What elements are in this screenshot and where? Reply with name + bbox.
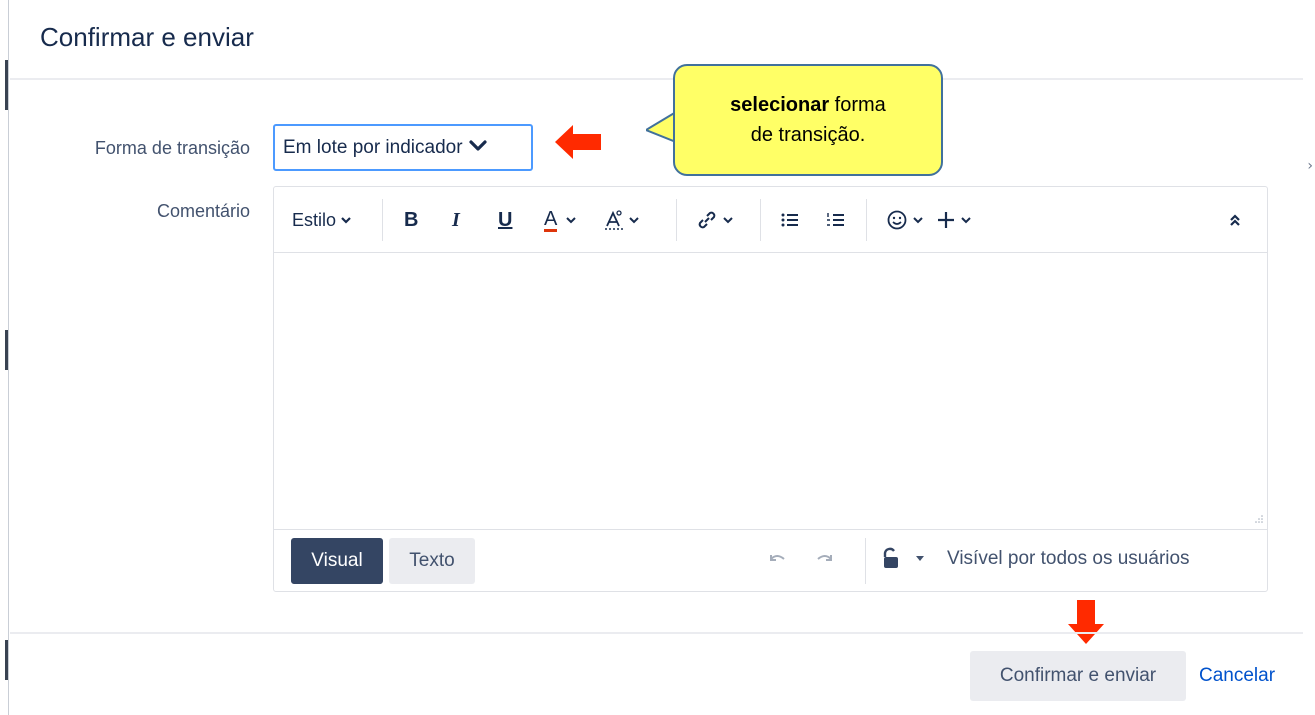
dialog-title: Confirmar e enviar (40, 22, 254, 52)
style-dropdown[interactable]: Estilo (292, 205, 352, 235)
resize-icon (1255, 515, 1263, 523)
redo-button[interactable] (814, 546, 836, 573)
text-color-button[interactable]: A (544, 205, 577, 235)
undo-button[interactable] (766, 546, 788, 573)
transition-select-value: Em lote por indicador (283, 136, 463, 158)
visual-tab[interactable]: Visual (291, 538, 383, 584)
chevron-down-icon (629, 217, 639, 224)
chevron-down-icon (961, 217, 971, 224)
style-dropdown-label: Estilo (292, 209, 337, 230)
link-button[interactable] (696, 205, 734, 235)
cancel-link[interactable]: Cancelar (1199, 665, 1275, 687)
unlock-icon (883, 547, 898, 568)
insert-more-button[interactable] (936, 205, 972, 235)
chevron-down-icon (723, 217, 733, 224)
confirm-send-button[interactable]: Confirmar e enviar (970, 651, 1186, 701)
bold-button[interactable]: B (404, 205, 418, 235)
callout-text-2: de transição. (750, 124, 866, 146)
collapse-icon (1230, 214, 1240, 226)
left-edge (0, 0, 9, 715)
callout-text-1: forma (829, 94, 886, 116)
emoji-button[interactable] (886, 205, 924, 235)
link-icon (698, 211, 716, 229)
text-tab[interactable]: Texto (389, 538, 475, 584)
undo-icon (770, 555, 785, 561)
transition-label: Forma de transição (94, 138, 250, 158)
italic-button[interactable]: I (452, 205, 460, 235)
comment-label: Comentário (156, 201, 250, 221)
right-edge: › (1303, 0, 1315, 715)
comment-textarea[interactable] (274, 254, 1267, 529)
underline-icon: U (498, 208, 513, 231)
text-format-button[interactable] (604, 205, 640, 235)
chevron-down-icon (468, 137, 487, 159)
collapse-toolbar-button[interactable] (1228, 205, 1242, 235)
bullet-list-button[interactable] (780, 205, 800, 235)
underline-button[interactable]: U (498, 205, 512, 235)
visibility-button[interactable] (880, 546, 926, 570)
bullet-list-icon (781, 213, 798, 227)
editor-footer: Visual Texto Visível por todos os usuári… (274, 529, 1267, 591)
editor-toolbar: Estilo B I U A (274, 187, 1267, 253)
numbered-list-button[interactable] (826, 205, 846, 235)
dialog-header: Confirmar e enviar (10, 0, 1303, 80)
confirm-dialog: Confirmar e enviar Forma de transição Em… (10, 0, 1303, 715)
italic-icon: I (452, 208, 460, 231)
bold-icon: B (404, 208, 419, 231)
numbered-list-icon (827, 213, 844, 226)
arrow-left-icon (555, 125, 601, 164)
instruction-callout: selecionar forma de transição. (673, 64, 943, 176)
plus-icon (938, 212, 954, 228)
comment-editor: Estilo B I U A Visual Texto Visível por … (273, 186, 1268, 592)
chevron-down-icon (913, 217, 923, 224)
redo-icon (817, 555, 832, 561)
callout-bold-text: selecionar (730, 94, 830, 116)
text-color-icon: A (544, 207, 558, 232)
text-format-icon (605, 210, 623, 230)
chevron-down-icon (566, 217, 577, 224)
emoji-icon (887, 210, 907, 230)
transition-select[interactable]: Em lote por indicador (273, 124, 533, 171)
visibility-label: Visível por todos os usuários (947, 548, 1190, 569)
caret-down-icon (916, 556, 924, 561)
arrow-down-icon (1068, 600, 1104, 649)
chevron-down-icon (341, 217, 351, 224)
